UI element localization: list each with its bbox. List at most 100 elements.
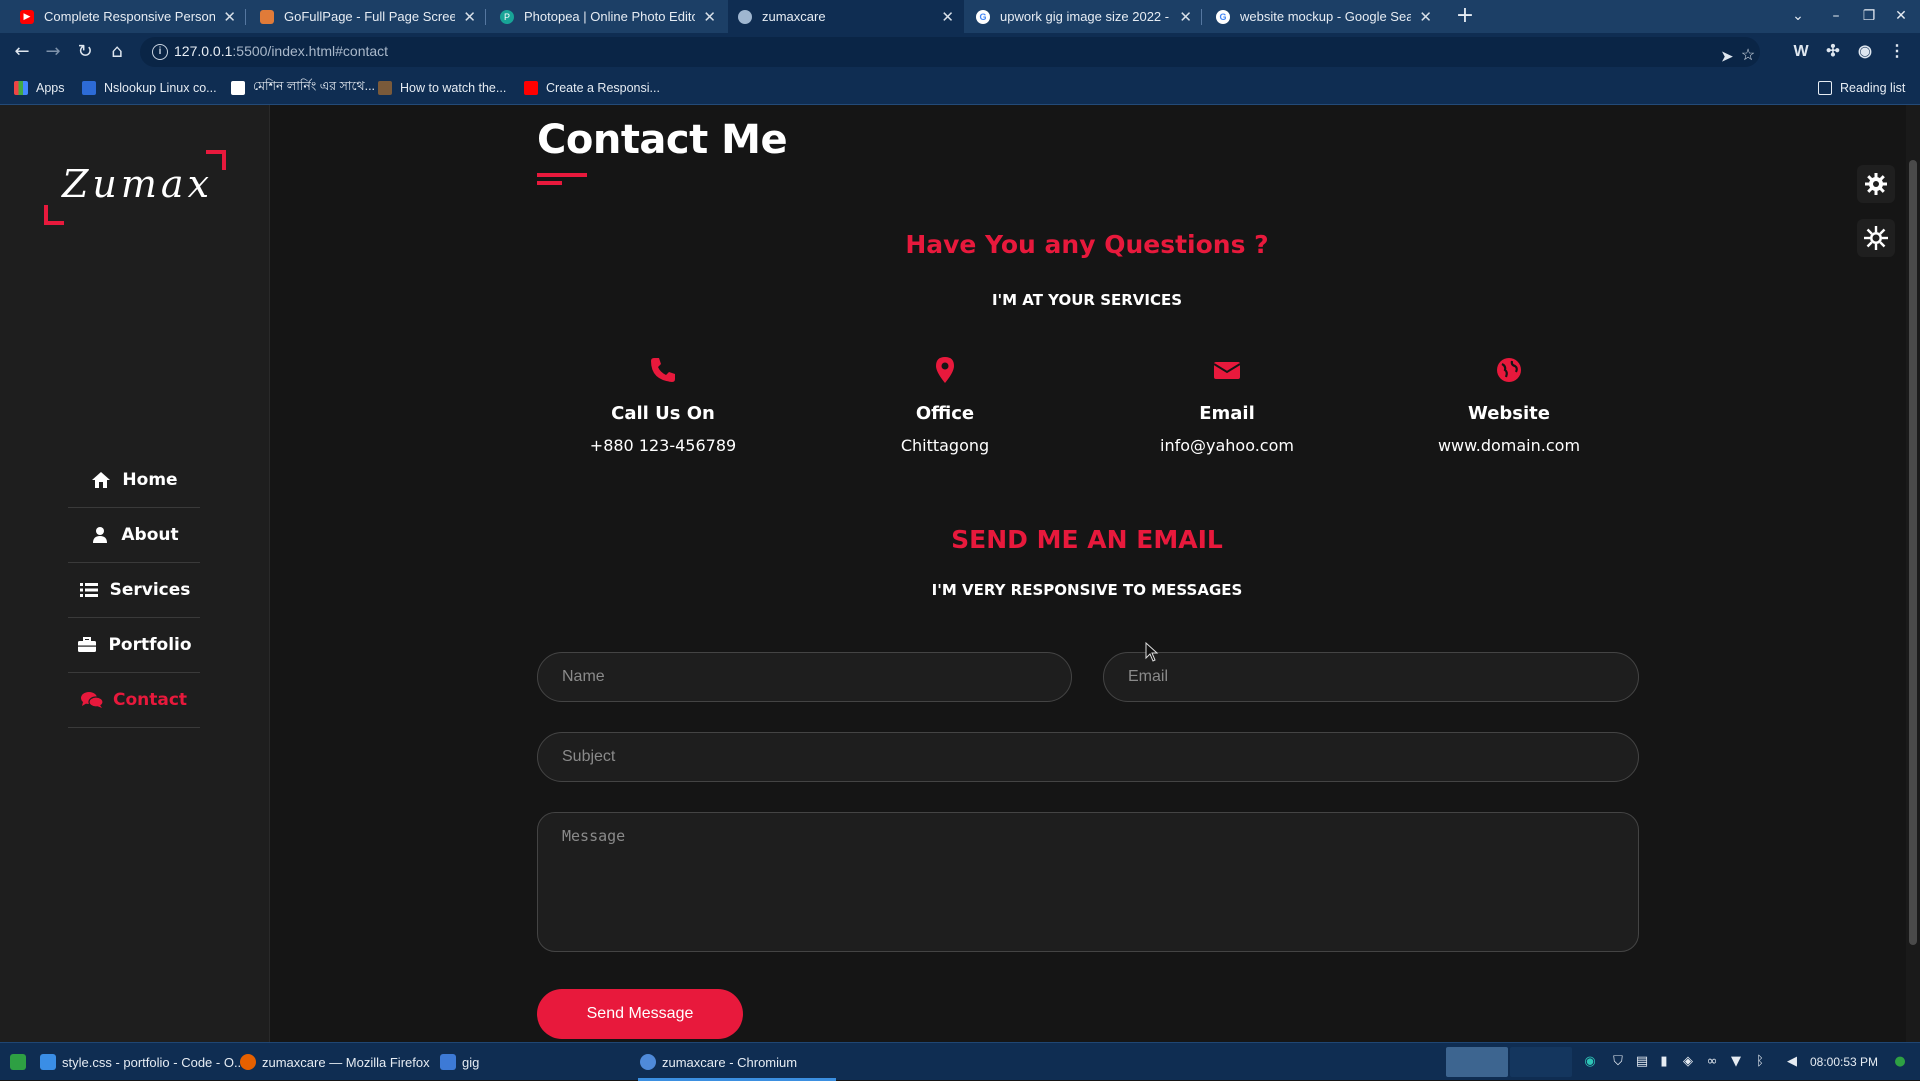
- shield-icon[interactable]: ⛉: [1610, 1054, 1626, 1070]
- taskbar-item-label: zumaxcare - Chromium: [662, 1054, 798, 1070]
- bookmark-label: Create a Responsi...: [546, 81, 660, 95]
- taskbar-item[interactable]: zumaxcare — Mozilla Firefox: [240, 1043, 430, 1081]
- tab-label: Complete Responsive Personal: [44, 9, 216, 24]
- minimize-icon[interactable]: –: [1820, 0, 1852, 33]
- firefox-icon: [240, 1054, 256, 1070]
- settings-gear-button[interactable]: [1857, 165, 1895, 203]
- title-underline: [537, 173, 587, 177]
- taskbar-item-active[interactable]: zumaxcare - Chromium: [638, 1043, 836, 1081]
- tab-close-icon[interactable]: ✕: [1419, 8, 1432, 26]
- start-menu-button[interactable]: [10, 1043, 32, 1081]
- scrollbar-thumb[interactable]: [1909, 160, 1917, 945]
- tab-close-icon[interactable]: ✕: [1179, 8, 1192, 26]
- tray-app-icon[interactable]: ◉: [1582, 1054, 1598, 1070]
- back-icon[interactable]: ←: [9, 39, 35, 65]
- reading-list-icon: [1818, 81, 1832, 95]
- gear-icon: [1865, 173, 1887, 195]
- workspace-preview-1[interactable]: [1446, 1047, 1508, 1077]
- profile-avatar-icon[interactable]: ◉: [1852, 39, 1878, 65]
- tab-close-icon[interactable]: ✕: [941, 8, 954, 26]
- browser-tab[interactable]: GoFullPage - Full Page Screen C ✕: [250, 0, 486, 33]
- section-title: Contact Me: [537, 117, 788, 163]
- tab-close-icon[interactable]: ✕: [463, 8, 476, 26]
- sidebar-item-portfolio[interactable]: Portfolio: [68, 618, 200, 673]
- info-card-phone: Call Us On +880 123-456789: [553, 355, 773, 455]
- browser-tab-bar: ▶ Complete Responsive Personal ✕ GoFullP…: [0, 0, 1920, 33]
- tab-search-icon[interactable]: ⌄: [1782, 0, 1814, 33]
- title-underline-short: [537, 181, 562, 185]
- link-icon[interactable]: ∞: [1704, 1054, 1720, 1070]
- workspace-preview-2[interactable]: [1510, 1047, 1572, 1077]
- security-icon[interactable]: ◈: [1680, 1054, 1696, 1070]
- send-message-button[interactable]: Send Message: [537, 989, 743, 1039]
- bookmark-item[interactable]: মেশিন লার্নিং এর সাথে...: [231, 71, 375, 105]
- tab-close-icon[interactable]: ✕: [703, 8, 716, 26]
- bookmark-item[interactable]: Nslookup Linux co...: [82, 71, 217, 105]
- forward-icon[interactable]: →: [40, 39, 66, 65]
- reading-list-button[interactable]: Reading list: [1818, 71, 1905, 105]
- extensions-puzzle-icon[interactable]: ✣: [1820, 39, 1846, 65]
- apps-grid-icon: [14, 81, 28, 95]
- sidebar-nav: Home About Services Portfolio Contact: [68, 453, 200, 728]
- sidebar-item-label: Home: [122, 470, 178, 490]
- bookmark-item[interactable]: Create a Responsi...: [524, 71, 660, 105]
- theme-toggle-button[interactable]: [1857, 219, 1895, 257]
- info-title: Email: [1199, 403, 1255, 424]
- browser-tab[interactable]: G website mockup - Google Searc ✕: [1206, 0, 1442, 33]
- browser-tab[interactable]: ▶ Complete Responsive Personal ✕: [10, 0, 246, 33]
- wifi-icon[interactable]: ▼: [1728, 1054, 1744, 1070]
- close-window-icon[interactable]: ✕: [1885, 0, 1917, 33]
- sidebar-item-about[interactable]: About: [68, 508, 200, 563]
- web-page: Zumax Home About Services Portfolio Cont…: [0, 105, 1920, 1042]
- browser-tab[interactable]: G upwork gig image size 2022 - G ✕: [966, 0, 1202, 33]
- taskbar-item[interactable]: gig: [440, 1043, 479, 1081]
- site-info-icon[interactable]: i: [152, 44, 168, 60]
- sidebar-item-contact[interactable]: Contact: [68, 673, 200, 728]
- bookmark-favicon-icon: [82, 81, 96, 95]
- bookmark-label: How to watch the...: [400, 81, 507, 95]
- taskbar-item[interactable]: style.css - portfolio - Code - O...: [40, 1043, 245, 1081]
- bookmark-page-icon: [231, 81, 245, 95]
- logo-text: Zumax: [62, 162, 213, 206]
- bookmark-star-icon[interactable]: ☆: [1735, 43, 1761, 69]
- volume-icon[interactable]: ◀: [1784, 1054, 1800, 1070]
- address-bar[interactable]: i 127.0.0.1:5500/index.html#contact ➤ ☆: [140, 37, 1760, 67]
- extension-w-icon[interactable]: W: [1788, 39, 1814, 65]
- bluetooth-icon[interactable]: ᛒ: [1752, 1054, 1768, 1070]
- reload-icon[interactable]: ↻: [72, 39, 98, 65]
- questions-subheading: I'M AT YOUR SERVICES: [991, 291, 1183, 309]
- taskbar-item-label: style.css - portfolio - Code - O...: [62, 1054, 245, 1070]
- bookmark-item[interactable]: How to watch the...: [378, 71, 506, 105]
- sidebar-item-home[interactable]: Home: [68, 453, 200, 508]
- home-icon[interactable]: ⌂: [104, 39, 130, 65]
- restore-icon[interactable]: ❐: [1853, 0, 1885, 33]
- home-icon: [90, 471, 112, 489]
- bookmark-label: Apps: [36, 81, 65, 95]
- globe-icon: [1494, 355, 1524, 385]
- menu-kebab-icon[interactable]: ⋮: [1884, 39, 1910, 65]
- chromium-icon: [640, 1054, 656, 1070]
- bookmark-apps[interactable]: Apps: [14, 71, 65, 105]
- taskbar-item-label: zumaxcare — Mozilla Firefox: [262, 1054, 430, 1070]
- battery-icon[interactable]: ▮: [1656, 1054, 1672, 1070]
- new-tab-button[interactable]: +: [1452, 3, 1478, 29]
- update-icon[interactable]: ●: [1892, 1054, 1908, 1070]
- clipboard-icon[interactable]: ▤: [1634, 1054, 1650, 1070]
- sidebar-item-services[interactable]: Services: [68, 563, 200, 618]
- bookmark-label: মেশিন লার্নিং এর সাথে...: [253, 79, 376, 93]
- map-marker-icon: [930, 355, 960, 385]
- sidebar-item-label: Contact: [112, 690, 188, 710]
- logo[interactable]: Zumax: [44, 150, 226, 225]
- subject-input[interactable]: [537, 732, 1639, 782]
- page-scrollbar[interactable]: [1906, 105, 1920, 1042]
- tab-close-icon[interactable]: ✕: [223, 8, 236, 26]
- sidebar-item-label: Services: [109, 580, 191, 600]
- browser-tab-active[interactable]: zumaxcare ✕: [728, 0, 964, 33]
- message-textarea[interactable]: [537, 812, 1639, 952]
- google-icon: G: [976, 9, 990, 24]
- taskbar-item-label: gig: [462, 1054, 480, 1070]
- email-input[interactable]: [1103, 652, 1639, 702]
- browser-tab[interactable]: P Photopea | Online Photo Editor ✕: [490, 0, 726, 33]
- name-input[interactable]: [537, 652, 1072, 702]
- briefcase-icon: [76, 636, 98, 654]
